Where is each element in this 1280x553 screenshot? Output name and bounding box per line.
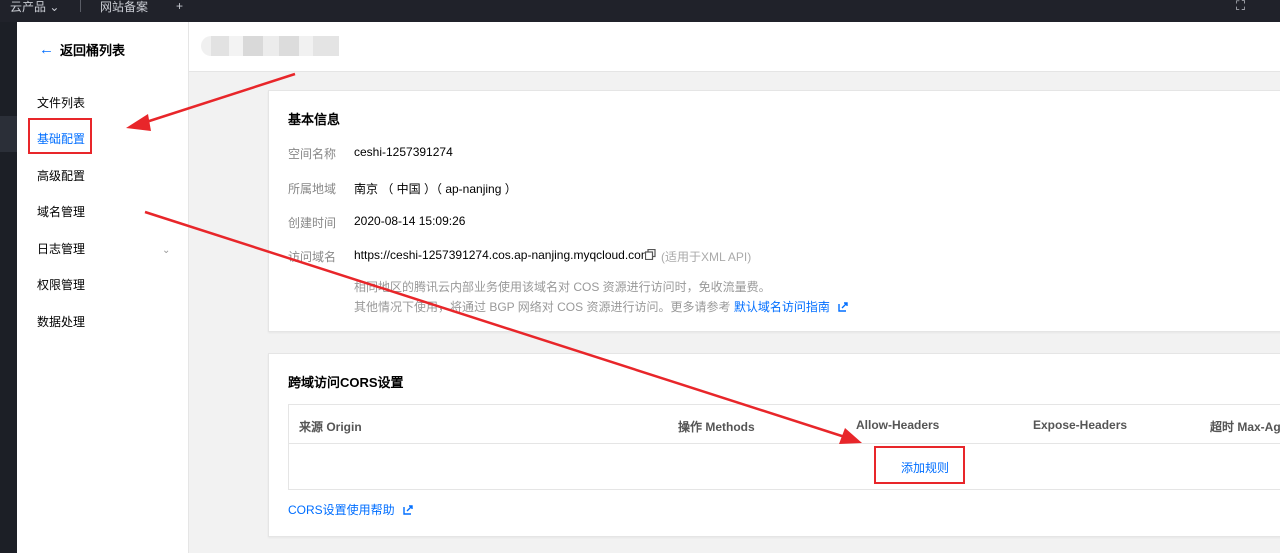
xml-api-note: (适用于XML API)	[661, 250, 752, 264]
region-label: 所属地域	[288, 182, 337, 196]
bucket-name-value: ceshi-1257391274	[354, 145, 453, 159]
sidebar: ← 返回桶列表 文件列表 基础配置 高级配置 域名管理 日志管理 ⌄ 权限管理 …	[17, 22, 189, 553]
highlight-box-basic-config	[28, 118, 92, 154]
bucket-name-label: 空间名称	[288, 147, 337, 161]
sidebar-item-domain-management[interactable]: 域名管理	[37, 203, 85, 220]
bgp-note-text: 其他情况下使用，将通过 BGP 网络对 COS 资源进行访问。更多请参考	[354, 300, 731, 314]
back-label: 返回桶列表	[60, 43, 126, 58]
sidebar-item-data-processing[interactable]: 数据处理	[37, 313, 85, 330]
sidebar-item-log-management[interactable]: 日志管理	[37, 240, 85, 257]
column-header-origin: 来源 Origin	[299, 420, 362, 434]
page-header	[189, 22, 1280, 72]
column-header-methods: 操作 Methods	[678, 420, 755, 434]
external-link-icon[interactable]	[838, 302, 848, 312]
arrow-left-icon: ←	[39, 41, 54, 58]
add-icon[interactable]: +	[176, 0, 183, 12]
external-link-icon[interactable]	[403, 505, 413, 515]
fullscreen-icon[interactable]: ⛶	[1236, 0, 1245, 12]
access-domain-label: 访问域名	[288, 250, 337, 264]
free-traffic-note: 相同地区的腾讯云内部业务使用该域名对 COS 资源进行访问时，免收流量费。	[354, 280, 771, 294]
cors-title: 跨域访问CORS设置	[288, 375, 404, 390]
default-domain-guide-link[interactable]: 默认域名访问指南	[734, 300, 830, 314]
column-header-allow-headers: Allow-Headers	[856, 418, 940, 432]
bgp-note: 其他情况下使用，将通过 BGP 网络对 COS 资源进行访问。更多请参考 默认域…	[354, 298, 848, 315]
global-nav-active-item[interactable]	[0, 116, 17, 152]
column-header-expose-headers: Expose-Headers	[1033, 418, 1128, 432]
created-time-label: 创建时间	[288, 216, 337, 230]
back-to-bucket-list-button[interactable]: ← 返回桶列表	[39, 40, 125, 59]
cors-card: 跨域访问CORS设置 来源 Origin 操作 Methods Allow-He…	[268, 353, 1280, 537]
chevron-down-icon: ⌄	[162, 245, 171, 256]
basic-info-card: 基本信息 空间名称 ceshi-1257391274 所属地域 南京 （ 中国 …	[268, 90, 1280, 332]
cors-rules-table: 来源 Origin 操作 Methods Allow-Headers Expos…	[288, 404, 1280, 490]
access-domain-value: https://ceshi-1257391274.cos.ap-nanjing.…	[354, 248, 651, 262]
topbar-divider	[80, 0, 81, 12]
top-navbar: 云产品 ⌄ 网站备案 + ⛶	[0, 0, 1280, 22]
table-header-row: 来源 Origin 操作 Methods Allow-Headers Expos…	[289, 405, 1280, 444]
column-header-max-age: 超时 Max-Age	[1210, 420, 1280, 434]
icp-filing-link[interactable]: 网站备案	[100, 0, 148, 14]
created-time-value: 2020-08-14 15:09:26	[354, 214, 466, 228]
cors-help-label: CORS设置使用帮助	[288, 503, 395, 517]
products-menu[interactable]: 云产品 ⌄	[10, 0, 59, 14]
sidebar-item-permission-management[interactable]: 权限管理	[37, 276, 85, 293]
sidebar-item-file-list[interactable]: 文件列表	[37, 94, 85, 111]
highlight-box-add-rule	[874, 446, 965, 484]
blurred-bucket-title	[201, 36, 339, 56]
global-nav-strip	[0, 22, 17, 553]
basic-info-title: 基本信息	[288, 112, 341, 127]
region-value: 南京 （ 中国 ）（ ap-nanjing ）	[354, 182, 517, 196]
cors-help-link[interactable]: CORS设置使用帮助	[288, 501, 413, 518]
copy-icon[interactable]	[645, 249, 656, 260]
sidebar-item-advanced-config[interactable]: 高级配置	[37, 167, 85, 184]
